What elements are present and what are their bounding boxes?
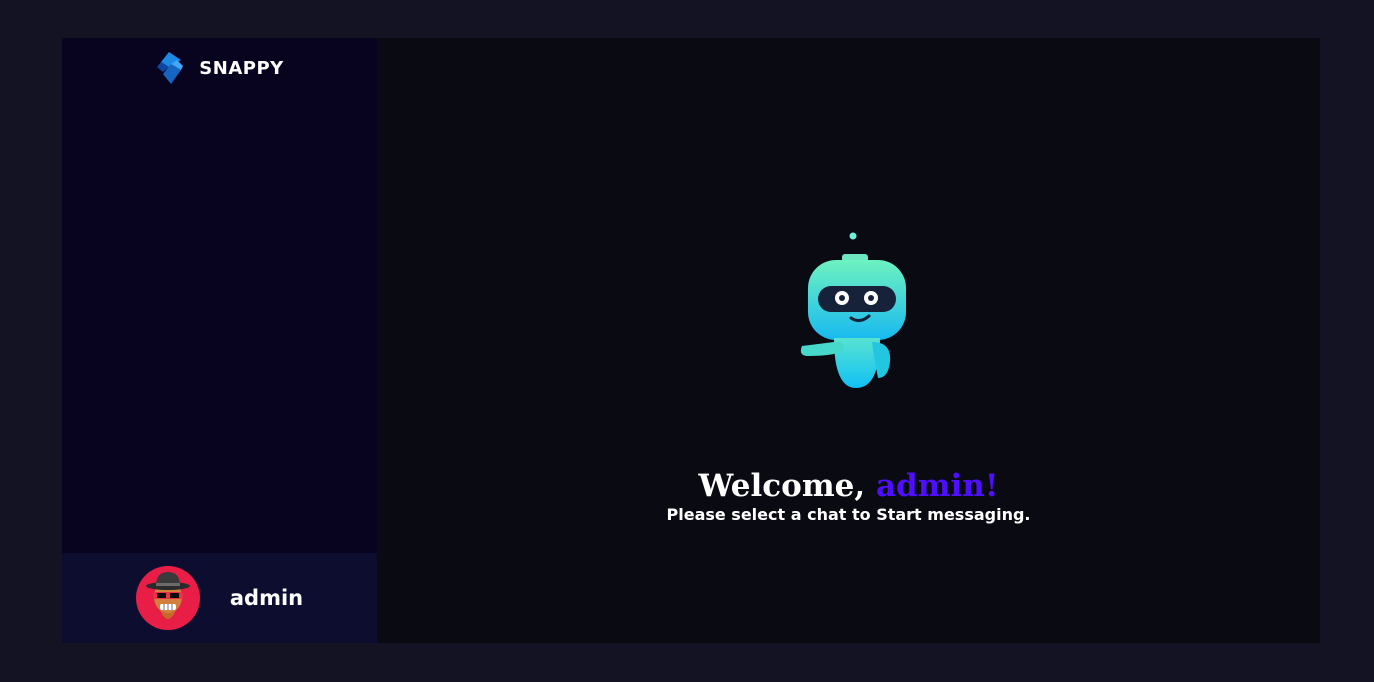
- brand-header: SNAPPY: [62, 38, 377, 98]
- welcome-subtitle: Please select a chat to Start messaging.: [666, 505, 1031, 524]
- current-user-bar: admin: [62, 553, 377, 643]
- welcome-message: Welcome, admin! Please select a chat to …: [377, 468, 1320, 526]
- current-username: admin: [229, 586, 304, 610]
- contacts-sidebar: SNAPPY admin: [62, 38, 377, 643]
- sunglasses-hat-avatar-icon: [135, 566, 200, 630]
- contacts-list[interactable]: [62, 98, 377, 553]
- brand-name: SNAPPY: [199, 57, 284, 79]
- snappy-logo-icon: [157, 52, 184, 84]
- welcome-heading: Welcome, admin!: [377, 468, 1320, 504]
- welcome-username: admin!: [875, 468, 999, 504]
- robot-icon: [800, 232, 906, 388]
- chat-app-container: SNAPPY admin Welcome, admin! Please sele…: [62, 38, 1320, 643]
- welcome-greeting: Welcome,: [698, 468, 876, 504]
- welcome-panel: Welcome, admin! Please select a chat to …: [377, 38, 1320, 643]
